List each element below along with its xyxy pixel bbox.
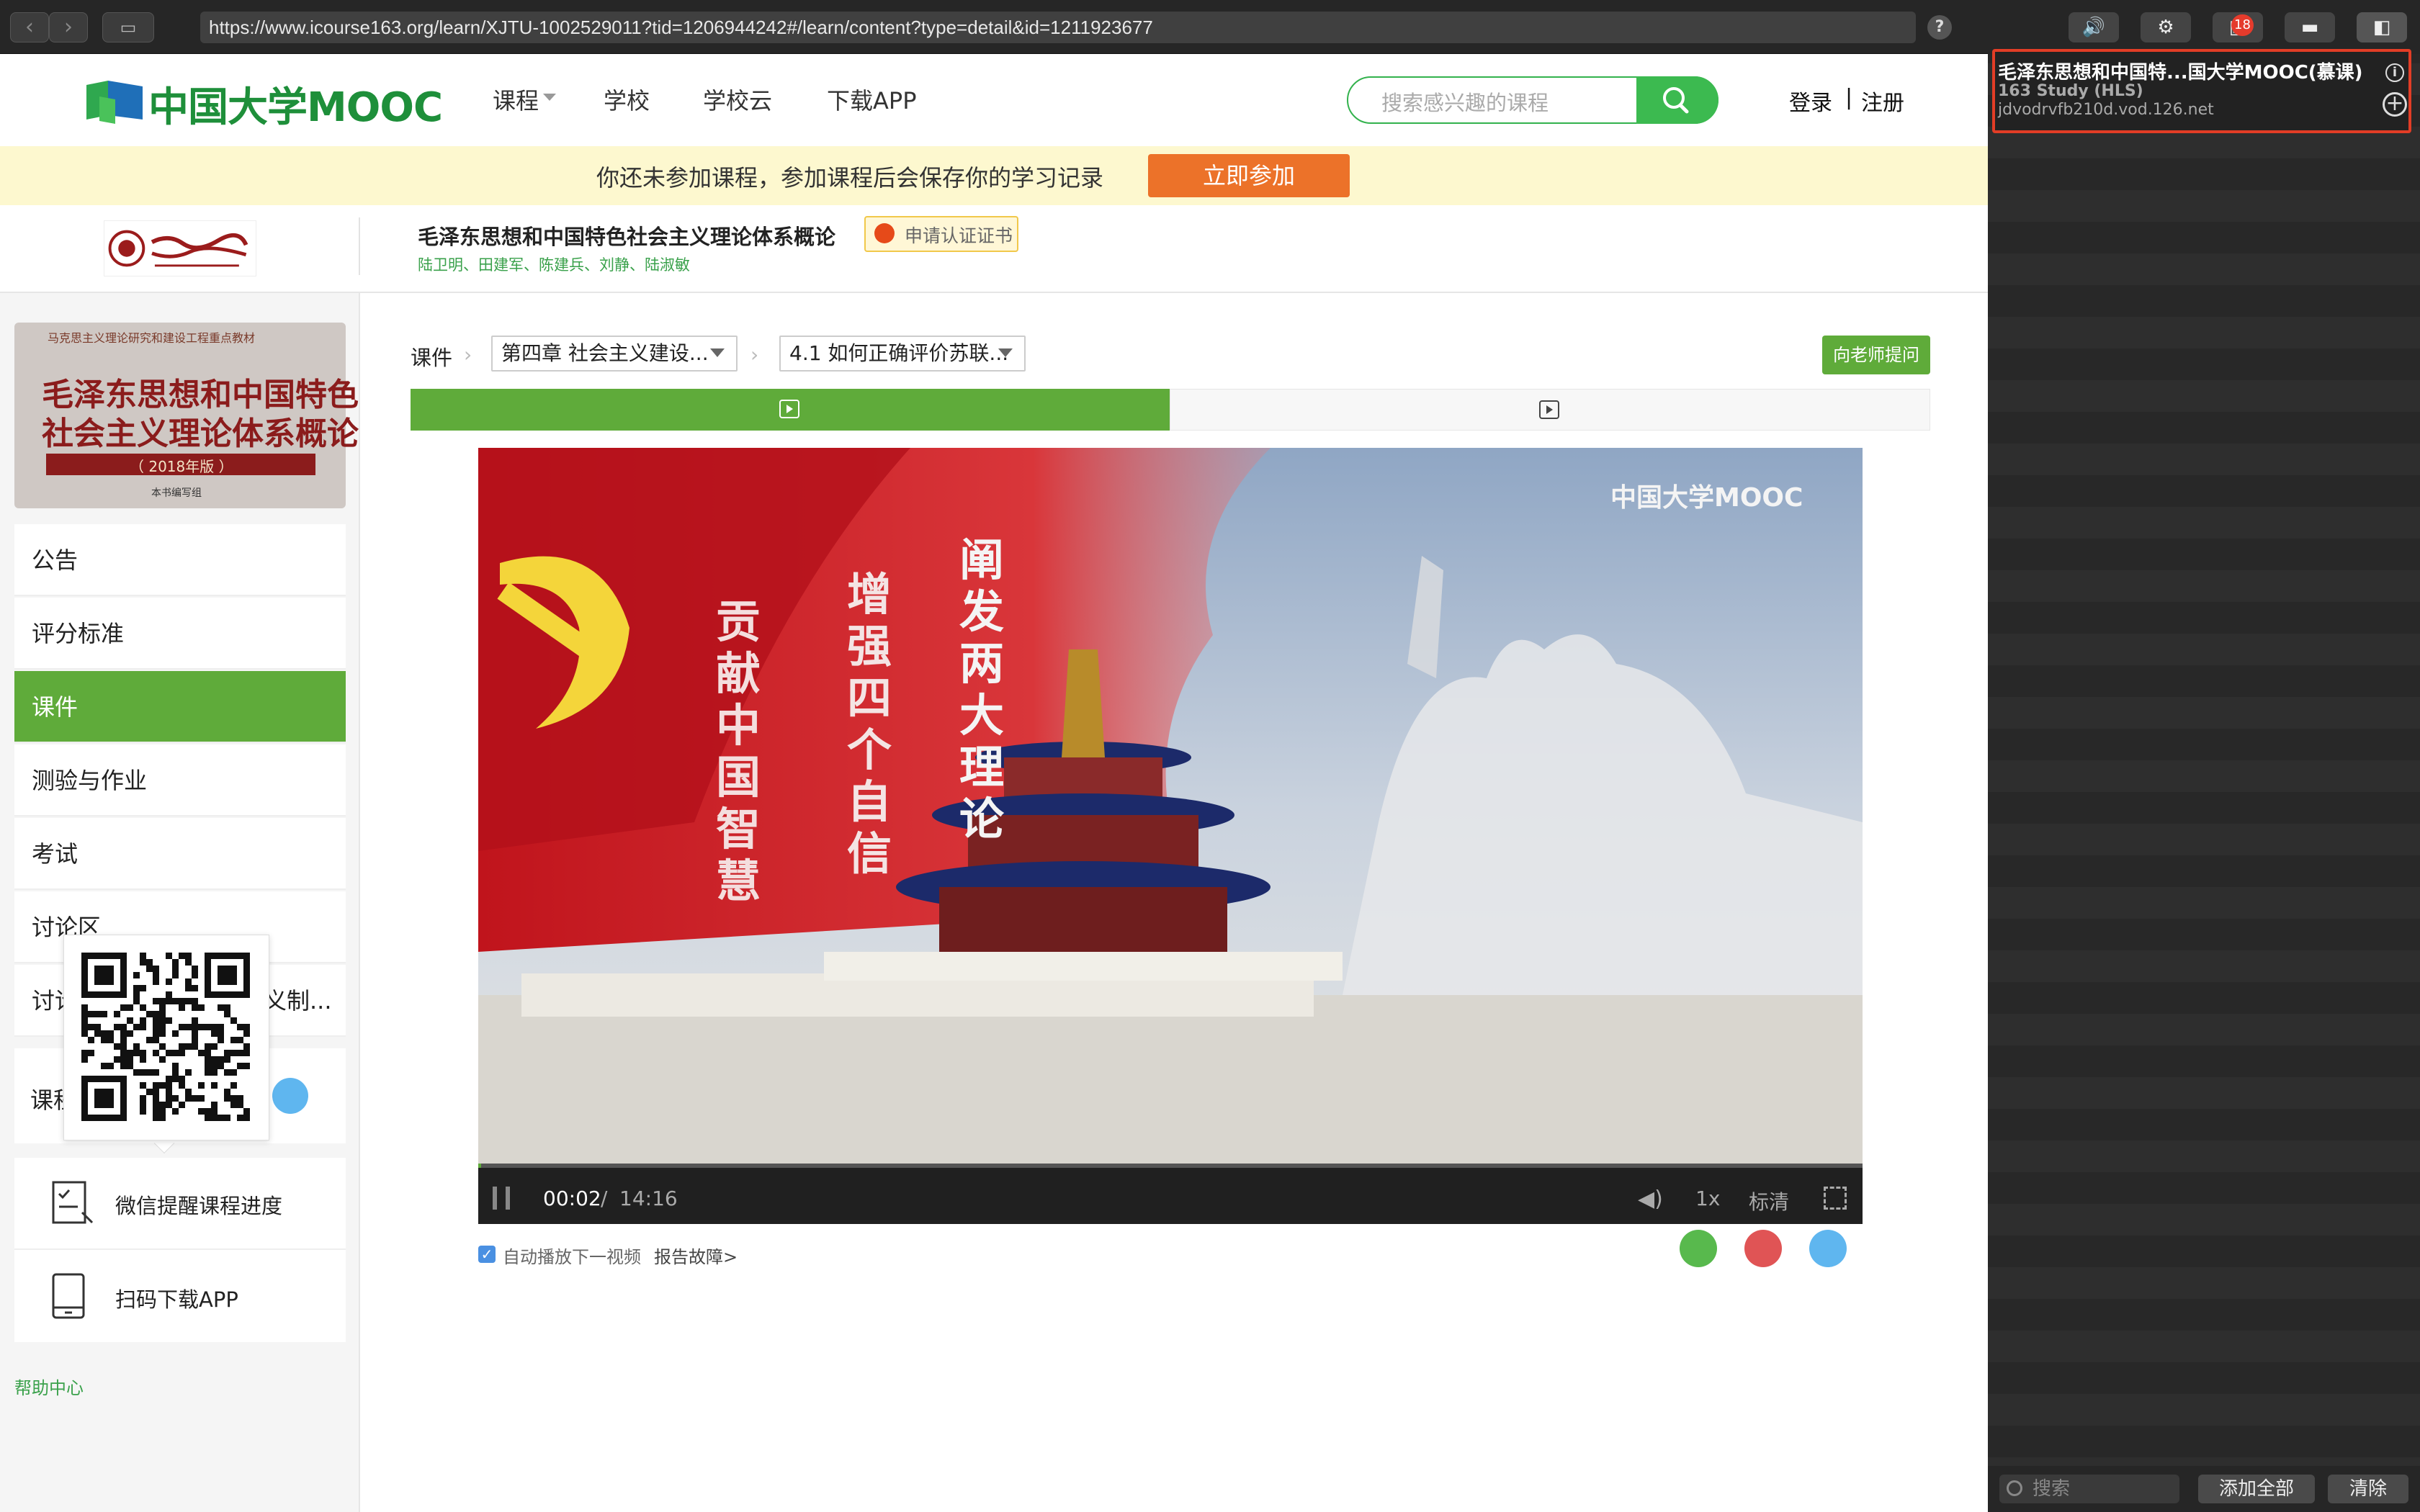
- cover-publisher: 本书编写组: [151, 487, 202, 499]
- cover-title-line2: 社会主义理论体系概论: [42, 415, 359, 452]
- unit-tab-video-2[interactable]: [1170, 389, 1930, 431]
- wechat-share-icon[interactable]: [1680, 1230, 1717, 1267]
- video-quality-button[interactable]: 标清: [1749, 1187, 1789, 1215]
- search-button[interactable]: [1636, 76, 1718, 124]
- download-app-label: 扫码下载APP: [115, 1287, 238, 1312]
- login-link[interactable]: 登录: [1789, 85, 1832, 117]
- chevron-down-icon: [543, 94, 556, 101]
- info-icon[interactable]: i: [2385, 63, 2404, 82]
- checklist-icon: [52, 1181, 94, 1224]
- breadcrumb-root[interactable]: 课件: [411, 341, 452, 372]
- volume-icon[interactable]: 🔊: [2069, 12, 2119, 42]
- reading-list-button[interactable]: ▭: [102, 12, 154, 42]
- unit-tab-video-1[interactable]: [411, 389, 1170, 431]
- join-notice-text: 你还未参加课程，参加课程后会保存你的学习记录: [596, 164, 1104, 192]
- breadcrumb-chevron-icon: ›: [464, 343, 472, 366]
- sidebar-item-grading[interactable]: 评分标准: [14, 598, 346, 670]
- autoplay-label: 自动播放下一视频: [503, 1247, 641, 1267]
- add-all-button[interactable]: 添加全部: [2198, 1475, 2315, 1503]
- fullscreen-icon[interactable]: [1824, 1187, 1847, 1210]
- media-item-host: jdvodrvfb210d.vod.126.net: [1998, 101, 2214, 119]
- media-item-title: 毛泽东思想和中国特...国大学MOOC(慕课): [1998, 62, 2363, 84]
- nav-school-cloud[interactable]: 学校云: [703, 83, 772, 116]
- video-tab-icon: [1539, 400, 1559, 419]
- course-title: 毛泽东思想和中国特色社会主义理论体系概论: [418, 225, 836, 249]
- gear-icon[interactable]: ⚙: [2141, 12, 2191, 42]
- cover-edition: （ 2018年版 ）: [130, 458, 233, 475]
- volume-icon[interactable]: ◀): [1638, 1187, 1663, 1212]
- media-panel-toolbar: [1988, 0, 2420, 54]
- register-link[interactable]: 注册: [1861, 85, 1904, 117]
- sidebar-item-quizzes[interactable]: 测验与作业: [14, 744, 346, 816]
- clear-button[interactable]: 清除: [2328, 1475, 2408, 1503]
- sidebar-item-exam[interactable]: 考试: [14, 818, 346, 890]
- qq-share-icon[interactable]: [1809, 1230, 1847, 1267]
- video-player[interactable]: 中国大学MOOC 阐发两大理论 增强四个自信 贡献中国智慧: [478, 448, 1863, 1168]
- help-icon[interactable]: ?: [1927, 15, 1952, 40]
- sidebar-item-discussion-tail: 义制...: [264, 987, 332, 1014]
- chevron-down-icon: [710, 348, 725, 357]
- chevron-down-icon: [998, 348, 1013, 357]
- back-button[interactable]: ‹: [10, 12, 49, 42]
- video-watermark: 中国大学MOOC: [1610, 483, 1803, 513]
- wechat-reminder-label: 微信提醒课程进度: [115, 1194, 283, 1218]
- login-separator: |: [1845, 85, 1853, 110]
- help-center-link[interactable]: 帮助中心: [14, 1374, 84, 1399]
- search-icon: [2007, 1480, 2022, 1496]
- add-icon[interactable]: +: [2383, 92, 2407, 117]
- sidebar-item-announcement[interactable]: 公告: [14, 524, 346, 596]
- chapter-select[interactable]: 第四章 社会主义建设...: [491, 336, 738, 372]
- university-logo[interactable]: [104, 220, 256, 276]
- header-divider: [359, 217, 360, 275]
- autoplay-checkbox[interactable]: ✓: [478, 1246, 496, 1263]
- forward-button[interactable]: ›: [49, 12, 88, 42]
- cover-series: 马克思主义理论研究和建设工程重点教材: [48, 331, 256, 345]
- sidebar-toggle-icon[interactable]: ◧: [2357, 12, 2407, 42]
- nav-download-app[interactable]: 下载APP: [827, 83, 917, 116]
- section-select[interactable]: 4.1 如何正确评价苏联...: [779, 336, 1026, 372]
- phone-icon: [52, 1273, 85, 1319]
- nav-schools[interactable]: 学校: [604, 83, 650, 116]
- media-item-source: 163 Study (HLS): [1998, 82, 2143, 100]
- mooc-logo-icon[interactable]: [86, 81, 143, 124]
- video-time-separator: /: [601, 1187, 608, 1210]
- search-placeholder: 搜索感兴趣的课程: [1381, 91, 1549, 115]
- video-frame: [478, 448, 1863, 1168]
- sidebar-item-courseware[interactable]: 课件: [14, 671, 346, 743]
- subtitle-icon[interactable]: ▬: [2285, 12, 2335, 42]
- video-total-time: 14:16: [619, 1187, 678, 1210]
- qq-icon[interactable]: [272, 1078, 308, 1114]
- certificate-label: 申请认证证书: [905, 225, 1013, 246]
- ask-teacher-button[interactable]: 向老师提问: [1822, 336, 1930, 374]
- join-course-button[interactable]: 立即参加: [1148, 154, 1350, 197]
- nav-courses[interactable]: 课程: [493, 83, 539, 116]
- weibo-share-icon[interactable]: [1744, 1230, 1782, 1267]
- breadcrumb-chevron-icon: ›: [750, 343, 759, 366]
- sidebar-divider: [359, 293, 360, 1512]
- media-search-input[interactable]: 搜索: [1999, 1475, 2179, 1503]
- notification-badge: 18: [2231, 14, 2254, 36]
- pause-icon[interactable]: [493, 1187, 510, 1210]
- course-teachers[interactable]: 陆卫明、田建军、陈建兵、刘静、陆淑敏: [418, 253, 690, 275]
- site-logo-text[interactable]: 中国大学MOOC: [148, 75, 443, 133]
- playback-speed-button[interactable]: 1x: [1695, 1187, 1720, 1210]
- video-current-time: 00:02: [543, 1187, 601, 1210]
- qr-code-popup: [63, 935, 269, 1140]
- address-bar[interactable]: https://www.icourse163.org/learn/XJTU-10…: [200, 12, 1916, 43]
- qr-code-image: [81, 953, 250, 1121]
- video-calligraphy-2: 增强四个自信: [847, 568, 892, 880]
- certificate-icon: [874, 223, 895, 243]
- video-tab-icon: [779, 400, 799, 418]
- video-calligraphy-3: 贡献中国智慧: [716, 595, 761, 907]
- report-issue-link[interactable]: 报告故障>: [654, 1243, 738, 1268]
- video-calligraphy-1: 阐发两大理论: [959, 534, 1005, 845]
- media-panel: [1988, 0, 2420, 1512]
- search-icon: [1663, 87, 1689, 114]
